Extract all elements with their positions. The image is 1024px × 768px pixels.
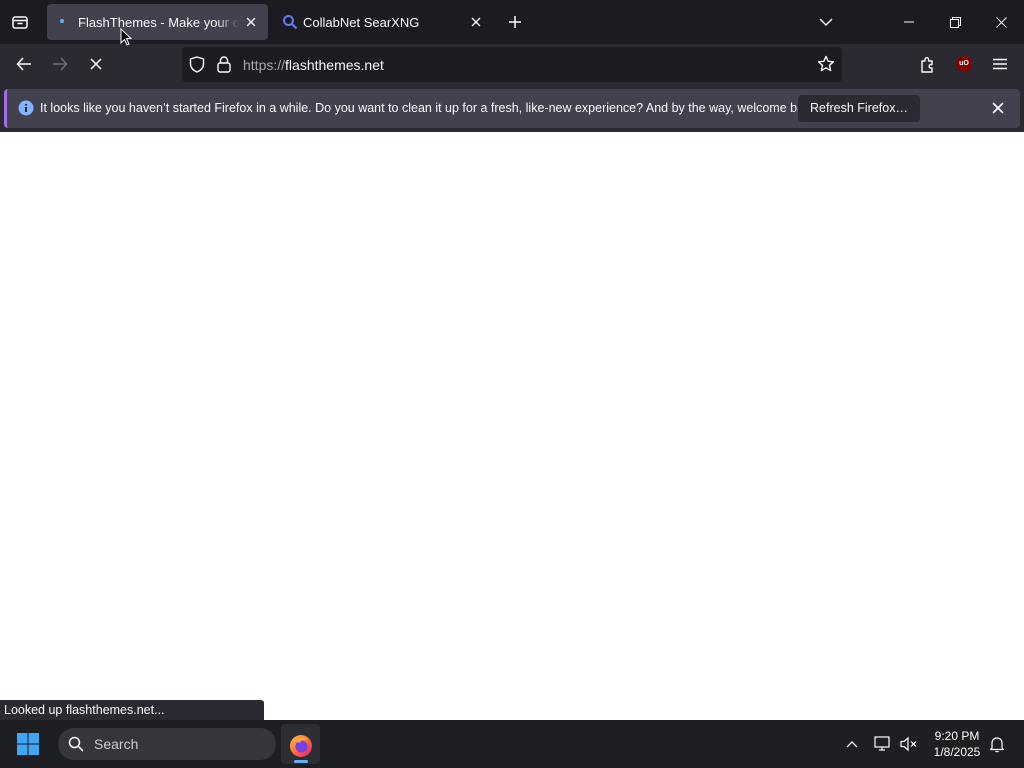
running-indicator — [294, 760, 308, 763]
refresh-firefox-button[interactable]: Refresh Firefox… — [798, 95, 920, 122]
list-all-tabs-icon[interactable] — [812, 8, 840, 36]
ublock-icon[interactable]: uO — [949, 49, 979, 79]
tab-strip: FlashThemes - Make your own animations! … — [0, 0, 1024, 44]
notification-close-icon[interactable] — [989, 99, 1007, 117]
minimize-icon[interactable] — [886, 0, 932, 44]
stop-icon[interactable] — [81, 49, 111, 79]
extensions-icon[interactable] — [913, 49, 943, 79]
clock-time: 9:20 PM — [934, 729, 980, 743]
forward-icon[interactable] — [45, 49, 75, 79]
firefox-view-icon[interactable] — [6, 8, 34, 36]
back-icon[interactable] — [9, 49, 39, 79]
extension-badge: uO — [956, 56, 972, 72]
tab-flashthemes[interactable]: FlashThemes - Make your own animations! — [47, 4, 268, 40]
windows-start-icon[interactable] — [16, 732, 40, 756]
lock-icon[interactable] — [217, 56, 231, 73]
url-host: flashthemes.net — [285, 57, 384, 73]
taskbar-search-box[interactable]: Search — [58, 728, 276, 760]
mouse-cursor-icon — [120, 28, 132, 46]
url-scheme: https:// — [243, 57, 286, 73]
search-engine-icon — [282, 14, 298, 30]
tab-title: FlashThemes - Make your own animations! — [78, 15, 240, 30]
taskbar-clock[interactable]: 9:20 PM 1/8/2025 — [926, 728, 988, 760]
navigation-toolbar: https://flashthemes.net uO — [0, 44, 1024, 86]
tab-loading-icon — [60, 19, 64, 23]
tracking-shield-icon[interactable] — [189, 56, 205, 73]
restore-icon[interactable] — [932, 0, 978, 44]
network-icon[interactable] — [873, 734, 893, 754]
notification-box: It looks like you haven’t started Firefo… — [4, 89, 1020, 128]
taskbar: Search 9:20 PM 1/8/2025 — [0, 720, 1024, 768]
taskbar-search-label: Search — [94, 736, 139, 752]
clock-date: 1/8/2025 — [933, 745, 981, 759]
menu-icon[interactable] — [985, 49, 1015, 79]
close-icon[interactable] — [978, 0, 1024, 44]
tab-close-icon[interactable] — [242, 13, 260, 31]
tab-searxng[interactable]: CollabNet SearXNG — [272, 4, 493, 40]
chevron-up-icon[interactable] — [842, 734, 862, 754]
new-tab-icon[interactable] — [502, 8, 528, 36]
notification-bell-icon[interactable] — [987, 734, 1007, 754]
status-panel: Looked up flashthemes.net... — [0, 700, 264, 720]
url-text[interactable]: https://flashthemes.net — [243, 57, 384, 73]
url-bar[interactable]: https://flashthemes.net — [182, 47, 842, 82]
info-icon — [18, 100, 34, 116]
page-content — [0, 132, 1024, 720]
tab-title: CollabNet SearXNG — [303, 15, 420, 30]
volume-muted-icon[interactable] — [899, 734, 919, 754]
firefox-icon — [289, 734, 313, 758]
search-icon — [68, 736, 84, 752]
notification-message: It looks like you haven’t started Firefo… — [40, 101, 821, 115]
notification-bar: It looks like you haven’t started Firefo… — [0, 86, 1024, 132]
tab-close-icon[interactable] — [467, 13, 485, 31]
bookmark-star-icon[interactable] — [817, 55, 835, 73]
taskbar-firefox-button[interactable] — [281, 724, 320, 764]
